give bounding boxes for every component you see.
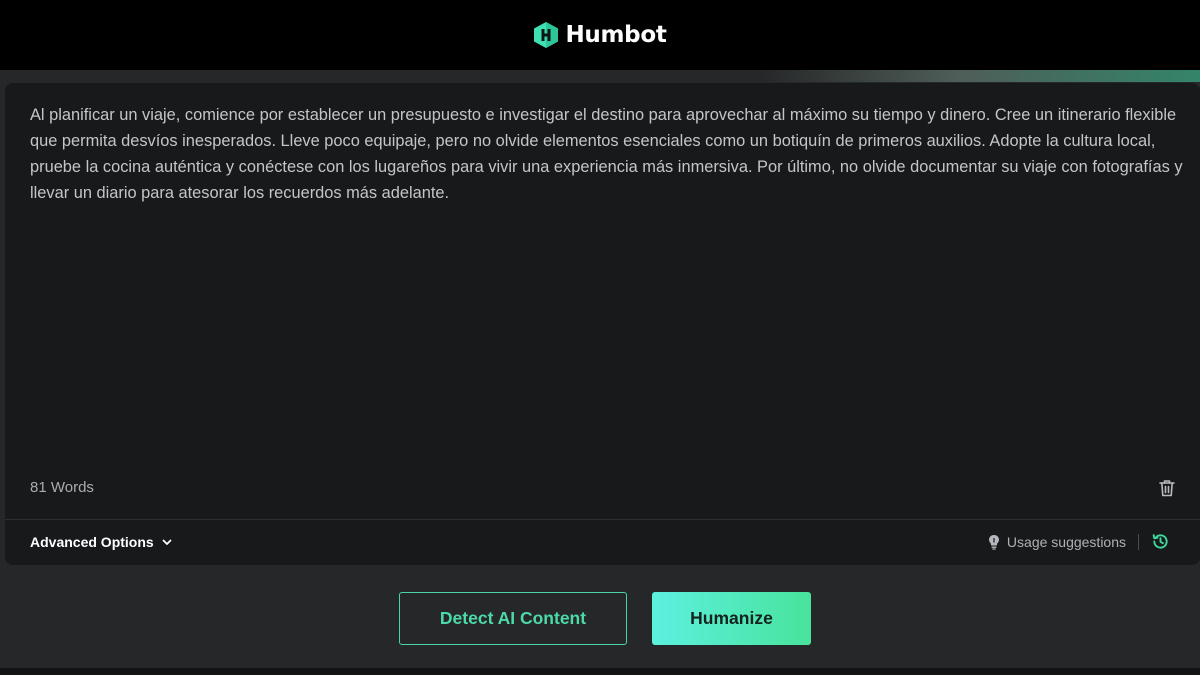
separator [1138, 533, 1139, 550]
top-bar: Humbot [0, 0, 1200, 70]
humbot-logo-icon [534, 22, 559, 48]
brand-name: Humbot [565, 22, 667, 48]
trash-icon[interactable] [1157, 478, 1177, 498]
history-icon[interactable] [1151, 532, 1170, 551]
detect-ai-content-label: Detect AI Content [439, 608, 587, 628]
bottom-panel-edge [0, 668, 1200, 675]
chevron-down-icon [162, 539, 172, 545]
brand[interactable]: Humbot [533, 21, 667, 49]
humanize-button[interactable]: Humanize [652, 592, 811, 645]
lightbulb-icon [988, 534, 999, 550]
humanize-label: Humanize [690, 608, 773, 628]
usage-suggestions-link[interactable]: Usage suggestions [1007, 534, 1126, 550]
detect-ai-content-button[interactable]: Detect AI Content [399, 592, 627, 645]
accent-gradient-line [760, 70, 1200, 82]
divider [5, 519, 1200, 520]
advanced-options-toggle[interactable]: Advanced Options [30, 534, 173, 550]
advanced-options-label: Advanced Options [30, 534, 154, 550]
editor-card: Al planificar un viaje, comience por est… [5, 83, 1200, 565]
usage-suggestions: Usage suggestions [987, 532, 1170, 551]
input-textarea[interactable]: Al planificar un viaje, comience por est… [30, 102, 1185, 206]
word-count: 81 Words [30, 479, 94, 496]
